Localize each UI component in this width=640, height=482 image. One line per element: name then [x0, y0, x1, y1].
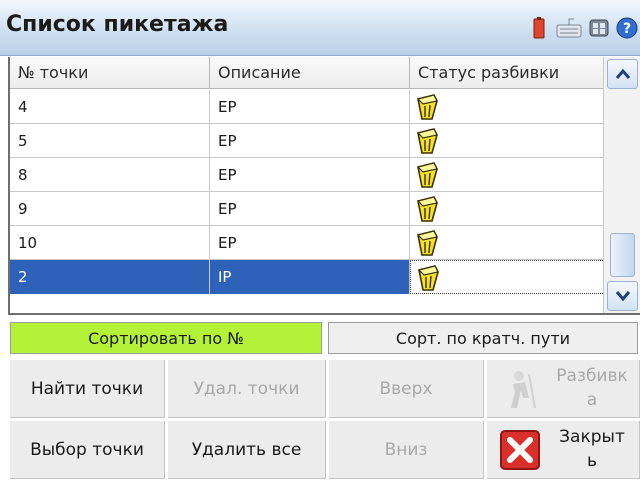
sort-by-number-button[interactable]: Сортировать по № [10, 322, 322, 354]
cell-description: EP [210, 124, 410, 158]
sort-by-shortest-path-button[interactable]: Сорт. по кратч. пути [328, 322, 638, 354]
stakeout-status-icon [416, 230, 438, 256]
cell-point-number: 9 [10, 192, 210, 226]
keyboard-icon[interactable] [556, 16, 582, 40]
table-row[interactable]: 5 EP [10, 124, 605, 158]
vertical-scrollbar[interactable] [603, 57, 640, 313]
delete-all-button[interactable]: Удалить все [168, 421, 326, 479]
settings-icon[interactable] [588, 16, 610, 40]
table-row[interactable]: 4 EP [10, 90, 605, 124]
close-button[interactable]: Закрыт ь [487, 421, 640, 479]
cell-stakeout-status [410, 226, 605, 260]
stakeout-button[interactable]: Разбивк а [487, 360, 640, 418]
scroll-up-button[interactable] [607, 59, 638, 89]
scroll-down-button[interactable] [607, 281, 638, 311]
stakeout-status-icon [417, 265, 439, 291]
scrollbar-thumb[interactable] [610, 233, 635, 277]
window-title: Список пикетажа [6, 12, 229, 37]
table-row[interactable]: 9 EP [10, 192, 605, 226]
cell-stakeout-status [410, 90, 605, 124]
cell-stakeout-status [410, 192, 605, 226]
battery-icon[interactable] [528, 16, 550, 40]
action-buttons: Найти точки Удал. точки Вверх Разбивк а … [10, 360, 640, 482]
column-header-stakeout-status[interactable]: Статус разбивки [410, 57, 605, 89]
cell-description: EP [210, 158, 410, 192]
cell-description: EP [210, 226, 410, 260]
select-point-button[interactable]: Выбор точки [10, 421, 165, 479]
close-label-line2: ь [586, 451, 598, 471]
table-body: 4 EP 5 EP 8 EP 9 EP 10 EP 2 IP [10, 90, 605, 294]
close-icon [500, 430, 540, 470]
cell-point-number: 4 [10, 90, 210, 124]
table-row[interactable]: 2 IP [10, 260, 605, 294]
cell-description: EP [210, 192, 410, 226]
cell-stakeout-status [410, 158, 605, 192]
move-down-button[interactable]: Вниз [329, 421, 484, 479]
cell-point-number: 10 [10, 226, 210, 260]
cell-description: EP [210, 90, 410, 124]
table-row[interactable]: 10 EP [10, 226, 605, 260]
stakeout-status-icon [416, 128, 438, 154]
stakeout-surveyor-icon [511, 371, 536, 409]
cell-point-number: 2 [10, 260, 210, 294]
move-up-button[interactable]: Вверх [329, 360, 484, 418]
stakeout-status-icon [416, 94, 438, 120]
svg-text:?: ? [623, 21, 631, 37]
stakeout-list-table[interactable]: № точки Описание Статус разбивки 4 EP 5 EP 8… [8, 57, 640, 315]
title-bar: Список пикетажа ? [0, 0, 640, 56]
help-icon[interactable]: ? [616, 16, 638, 40]
cell-description: IP [210, 260, 410, 294]
close-label-line1: Закрыт [559, 427, 625, 447]
column-header-point-number[interactable]: № точки [10, 57, 210, 89]
cell-stakeout-status [410, 260, 605, 294]
column-header-description[interactable]: Описание [210, 57, 410, 89]
cell-point-number: 8 [10, 158, 210, 192]
table-header: № точки Описание Статус разбивки [10, 57, 605, 89]
stakeout-label-line1: Разбивк [556, 366, 628, 386]
stakeout-status-icon [416, 162, 438, 188]
delete-points-button[interactable]: Удал. точки [168, 360, 326, 418]
chevron-up-icon [615, 68, 631, 79]
chevron-down-icon [615, 291, 631, 302]
cell-stakeout-status [410, 124, 605, 158]
stakeout-label-line2: а [586, 390, 598, 410]
status-icons: ? [528, 16, 638, 40]
stakeout-status-icon [416, 196, 438, 222]
find-points-button[interactable]: Найти точки [10, 360, 165, 418]
table-row[interactable]: 8 EP [10, 158, 605, 192]
cell-point-number: 5 [10, 124, 210, 158]
sort-bar: Сортировать по № Сорт. по кратч. пути [0, 322, 640, 354]
